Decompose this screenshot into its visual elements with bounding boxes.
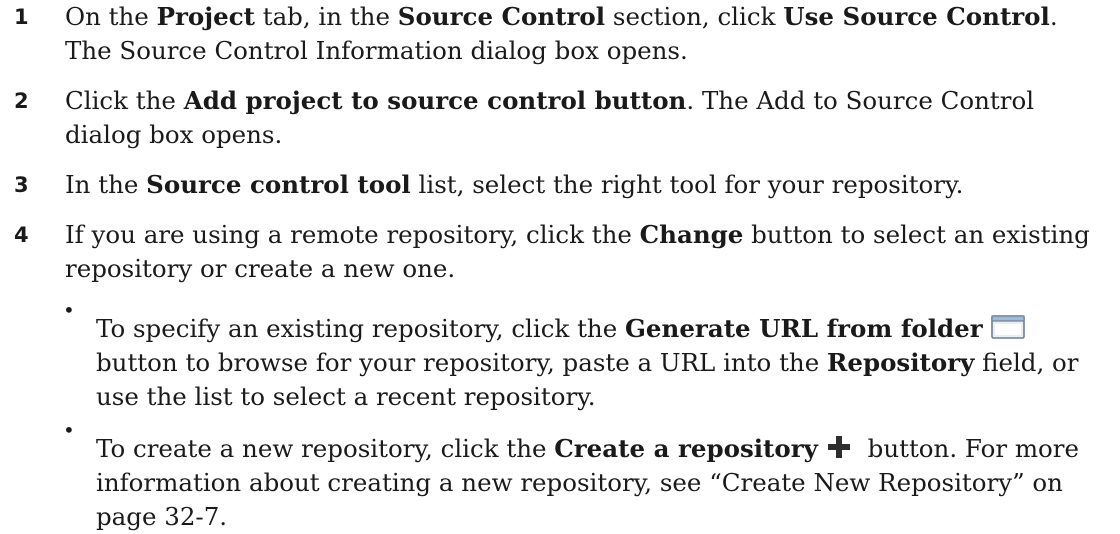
step-number: 2	[14, 89, 29, 113]
source-control-tool-ref: Source control tool	[146, 170, 411, 199]
bullet-text: To create a new repository, click the Cr…	[96, 434, 1080, 531]
step-text: If you are using a remote repository, cl…	[65, 220, 1090, 283]
bullet-marker: •	[63, 298, 75, 322]
step-number: 4	[14, 223, 29, 247]
instruction-document: 1 On the Project tab, in the Source Cont…	[0, 0, 1120, 531]
plus-icon	[826, 434, 852, 460]
add-project-button-ref: Add project to source control button	[183, 86, 687, 115]
use-source-control-ref: Use Source Control	[783, 2, 1050, 31]
repository-field-ref: Repository	[827, 348, 975, 377]
step-number: 1	[14, 5, 29, 29]
step-number: 3	[14, 173, 29, 197]
create-repo-ref: Create a repository	[554, 434, 818, 463]
bullet-marker: •	[63, 418, 75, 442]
generate-url-ref: Generate URL from folder	[625, 314, 983, 343]
bullet-text: To specify an existing repository, click…	[96, 314, 1079, 411]
folder-icon	[990, 314, 1025, 339]
step-text: Click the Add project to source control …	[65, 86, 1035, 149]
project-tab-ref: Project	[156, 2, 255, 31]
step-text: In the Source control tool list, select …	[65, 170, 964, 199]
source-control-section-ref: Source Control	[397, 2, 606, 31]
step-text: On the Project tab, in the Source Contro…	[65, 2, 1058, 65]
change-button-ref: Change	[639, 220, 744, 249]
